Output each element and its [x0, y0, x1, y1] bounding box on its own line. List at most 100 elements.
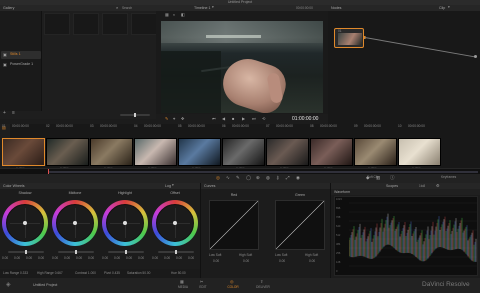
viewer-timecode-main: 01:00:00:00 [292, 115, 319, 122]
shadow-master-slider[interactable] [8, 250, 44, 254]
clip-thumbnail[interactable] [222, 138, 265, 166]
page-tab-edit[interactable]: ✂ EDIT [188, 279, 218, 292]
reverse-icon[interactable]: ◀ [222, 116, 225, 121]
still-slot[interactable] [44, 13, 70, 35]
wheel-value: 0.00 [26, 256, 33, 260]
page-tab-color[interactable]: ◎ COLOR [218, 279, 248, 292]
page-tab-deliver[interactable]: ⇪ DELIVER [248, 279, 278, 292]
wheel-value: 0.00 [14, 256, 21, 260]
wheel-offset: Offset 0.00 0.00 0.00 0.00 [150, 189, 200, 269]
clip-thumbnail[interactable] [2, 138, 45, 166]
clip-number: 04 [134, 124, 138, 128]
sizing-tool-icon[interactable]: ⤢ [286, 175, 290, 181]
clip-thumbnail[interactable] [310, 138, 353, 166]
album-list: ▣ Stills 1 ▣ PowerGrade 1 [0, 11, 42, 111]
wheel-value: 0.00 [102, 256, 109, 260]
offset-master-slider[interactable] [158, 250, 194, 254]
clip-thumbnail[interactable] [46, 138, 89, 166]
viewer-frame[interactable] [161, 21, 323, 113]
stop-icon[interactable]: ■ [232, 116, 234, 121]
still-slot[interactable] [73, 13, 99, 35]
cursor-icon[interactable]: ✥ [181, 116, 184, 121]
high-soft-value[interactable]: 0.00 [309, 259, 315, 263]
grid-icon[interactable]: ▦ [165, 13, 169, 17]
loop-icon[interactable]: ⟲ [262, 116, 265, 121]
clip-thumbnail[interactable] [354, 138, 397, 166]
color-wheels-tool-icon[interactable]: ◎ [216, 175, 220, 181]
key-tool-icon[interactable]: ⚷ [276, 175, 279, 181]
midtone-wheel[interactable] [52, 200, 98, 246]
green-curve-graph[interactable] [275, 200, 325, 250]
add-icon[interactable]: + [3, 111, 6, 116]
node-editor-canvas[interactable]: 01 [328, 11, 480, 124]
album-item[interactable]: ▣ PowerGrade 1 [1, 61, 41, 69]
contrast[interactable]: Contrast 1.000 [75, 271, 96, 275]
slider-knob[interactable] [134, 113, 136, 117]
clip-thumbnail[interactable] [90, 138, 133, 166]
clip-thumbnail[interactable] [266, 138, 309, 166]
album-item[interactable]: ▣ Stills 1 [1, 51, 41, 59]
color-picker-icon[interactable]: ✎ [165, 116, 168, 121]
blur-tool-icon[interactable]: ◍ [266, 175, 270, 181]
wheel-value: 0.00 [2, 256, 9, 260]
settings-icon[interactable]: ⚙ [436, 183, 440, 188]
node-tree-output[interactable] [474, 55, 477, 58]
highlight-master-slider[interactable] [108, 250, 144, 254]
wheels-mode[interactable]: Log [165, 184, 171, 189]
wheel-puck[interactable] [73, 221, 77, 225]
chevron-down-icon[interactable]: ▾ [212, 5, 214, 10]
window-tool-icon[interactable]: ◯ [246, 175, 251, 181]
gallery-search[interactable]: Search [122, 6, 132, 10]
tracker-tool-icon[interactable]: ⊕ [256, 175, 260, 181]
wheel-puck[interactable] [23, 221, 27, 225]
low-range[interactable]: Low Range 0.333 [3, 271, 28, 275]
scope-mode[interactable]: Waveform [334, 190, 350, 195]
red-curve-graph[interactable] [209, 200, 259, 250]
clip-thumbnail[interactable] [134, 138, 177, 166]
node-01[interactable]: 01 [334, 28, 364, 48]
clip-strip: ▤ 0100:00:00:00H.2640200:00:00:00H.26403… [0, 124, 480, 171]
next-clip-icon[interactable]: ⏭ [252, 116, 256, 121]
timeline-selector[interactable]: Timeline 1 [194, 6, 210, 11]
highlight-icon[interactable]: ◐ [173, 13, 175, 17]
clip-thumbnail[interactable] [178, 138, 221, 166]
search-icon[interactable]: ⌕ [116, 5, 118, 10]
hue[interactable]: Hue 50.00 [171, 271, 186, 275]
curves-tool-icon[interactable]: ∿ [226, 175, 230, 181]
shadow-wheel[interactable] [2, 200, 48, 246]
wheel-puck[interactable] [173, 221, 177, 225]
stereo-tool-icon[interactable]: ◉ [296, 175, 300, 181]
wheel-shadow: Shadow 0.00 0.00 0.00 0.00 [0, 189, 50, 269]
midtone-master-slider[interactable] [58, 250, 94, 254]
high-range[interactable]: High Range 0.667 [37, 271, 63, 275]
scope-zoom[interactable]: 1to8 [419, 184, 425, 188]
saturation[interactable]: Saturation 50.00 [127, 271, 150, 275]
still-slot[interactable] [131, 13, 157, 35]
low-soft-value[interactable]: 0.00 [279, 259, 285, 263]
still-slot[interactable] [102, 13, 128, 35]
light-strip [206, 35, 261, 38]
chevron-down-icon[interactable]: ▾ [448, 5, 450, 10]
info-icon[interactable]: ⓘ [390, 175, 395, 181]
chevron-down-icon[interactable]: ▾ [172, 183, 174, 188]
play-icon[interactable]: ▶ [242, 116, 245, 121]
qualifier-tool-icon[interactable]: ✎ [236, 175, 240, 181]
low-soft-value[interactable]: 0.00 [213, 259, 219, 263]
menu-icon[interactable]: ≡ [12, 111, 15, 116]
nodes-clip-label[interactable]: Clip [439, 6, 445, 11]
prev-clip-icon[interactable]: ⏮ [212, 116, 216, 121]
nodes-panel: Nodes Clip ▾ 01 [328, 5, 480, 124]
curves-title: Curves [204, 183, 216, 188]
clip-thumbnail[interactable] [398, 138, 441, 166]
zoom-icon[interactable]: ⌖ [173, 116, 175, 121]
gallery-zoom-slider[interactable] [120, 113, 150, 117]
nodes-title: Nodes [331, 5, 342, 10]
offset-wheel[interactable] [152, 200, 198, 246]
pivot[interactable]: Pivot 0.435 [104, 271, 120, 275]
high-soft-value[interactable]: 0.00 [243, 259, 249, 263]
soft-clip-label[interactable]: Soft Clip [367, 175, 379, 179]
wheel-puck[interactable] [123, 221, 127, 225]
highlight-wheel[interactable] [102, 200, 148, 246]
scale-label: 384 [336, 243, 341, 246]
wipe-icon[interactable]: ◧ [181, 13, 185, 17]
